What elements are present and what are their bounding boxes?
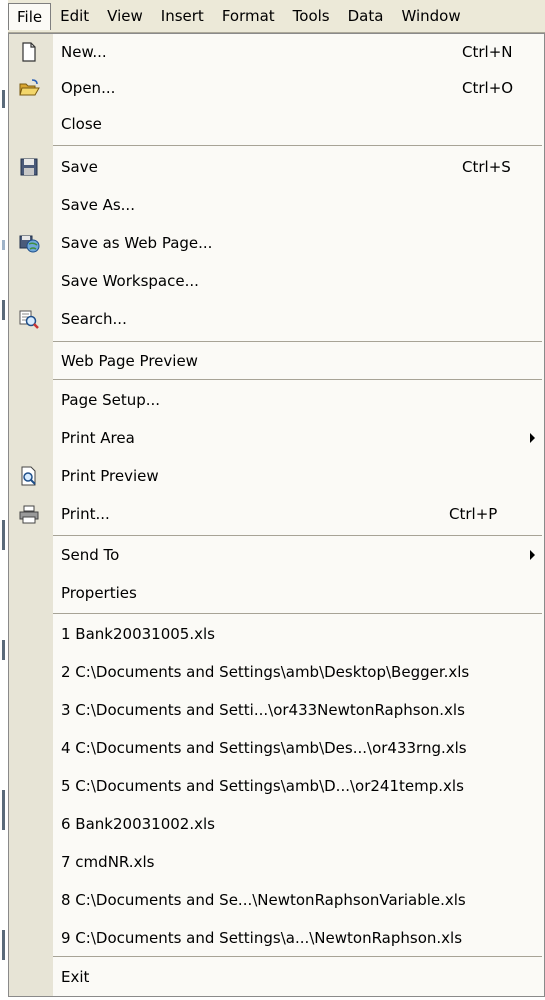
menu-item-exit[interactable]: Exit bbox=[9, 959, 544, 995]
new-document-icon bbox=[22, 42, 36, 62]
menu-item-save-as-web-page[interactable]: Save as Web Page... bbox=[9, 225, 544, 261]
menu-item-close[interactable]: Close bbox=[9, 106, 544, 142]
submenu-arrow-icon bbox=[530, 433, 535, 443]
menu-item-label: 5 C:\Documents and Settings\amb\D...\or2… bbox=[61, 777, 464, 795]
menu-data-label: Data bbox=[347, 6, 384, 25]
menu-item-search[interactable]: Search... bbox=[9, 301, 544, 337]
save-web-page-icon bbox=[19, 235, 40, 253]
menu-item-print-preview[interactable]: Print Preview bbox=[9, 458, 544, 494]
menu-separator bbox=[53, 956, 542, 957]
background-window-edge bbox=[0, 0, 7, 1000]
menu-separator bbox=[53, 145, 542, 146]
menu-item-label: Properties bbox=[61, 584, 137, 602]
edge-mark bbox=[2, 90, 5, 108]
menu-separator bbox=[53, 613, 542, 614]
menu-item-label: 1 Bank20031005.xls bbox=[61, 625, 215, 643]
menu-view[interactable]: View bbox=[98, 3, 152, 30]
menu-item-label: Close bbox=[61, 115, 102, 133]
menu-item-label: New... bbox=[61, 43, 107, 61]
search-icon bbox=[19, 310, 39, 329]
menu-insert-label: Insert bbox=[160, 6, 204, 25]
menu-window[interactable]: Window bbox=[392, 3, 469, 30]
recent-file-9[interactable]: 9 C:\Documents and Settings\a...\NewtonR… bbox=[9, 920, 544, 956]
menu-edit-label: Edit bbox=[60, 6, 90, 25]
menu-item-shortcut: Ctrl+S bbox=[462, 158, 511, 176]
menu-data[interactable]: Data bbox=[339, 3, 393, 30]
menu-item-label: Send To bbox=[61, 546, 120, 564]
menu-item-shortcut: Ctrl+O bbox=[462, 79, 514, 97]
edge-mark bbox=[2, 300, 5, 320]
menu-item-save-as[interactable]: Save As... bbox=[9, 187, 544, 223]
menu-item-label: Save bbox=[61, 158, 98, 176]
menu-bar: File Edit View Insert Format Tools Data … bbox=[8, 0, 545, 33]
menu-item-save[interactable]: Save Ctrl+S bbox=[9, 149, 544, 185]
menu-file[interactable]: File bbox=[8, 2, 52, 30]
menu-item-send-to[interactable]: Send To bbox=[9, 537, 544, 573]
menu-item-label: Print Preview bbox=[61, 467, 159, 485]
menu-item-print-area[interactable]: Print Area bbox=[9, 420, 544, 456]
menu-item-shortcut: Ctrl+N bbox=[462, 43, 513, 61]
menu-item-label: Page Setup... bbox=[61, 391, 161, 409]
file-menu-dropdown: New... Ctrl+N Open... Ctrl+O Close Save … bbox=[8, 33, 545, 997]
menu-item-new[interactable]: New... Ctrl+N bbox=[9, 34, 544, 70]
menu-item-label: Print... bbox=[61, 505, 110, 523]
recent-file-7[interactable]: 7 cmdNR.xls bbox=[9, 844, 544, 880]
menu-view-label: View bbox=[107, 6, 143, 25]
menu-item-label: Open... bbox=[61, 79, 116, 97]
recent-file-4[interactable]: 4 C:\Documents and Settings\amb\Des...\o… bbox=[9, 730, 544, 766]
menu-item-label: 2 C:\Documents and Settings\amb\Desktop\… bbox=[61, 663, 470, 681]
menu-item-label: Save as Web Page... bbox=[61, 234, 213, 252]
edge-mark bbox=[2, 930, 5, 960]
menu-item-print[interactable]: Print... Ctrl+P bbox=[9, 496, 544, 532]
edge-mark bbox=[2, 640, 5, 660]
menu-separator bbox=[53, 535, 542, 536]
menu-item-save-workspace[interactable]: Save Workspace... bbox=[9, 263, 544, 299]
open-folder-icon bbox=[19, 79, 40, 96]
menu-item-label: 8 C:\Documents and Se...\NewtonRaphsonVa… bbox=[61, 891, 466, 909]
recent-file-2[interactable]: 2 C:\Documents and Settings\amb\Desktop\… bbox=[9, 654, 544, 690]
recent-file-8[interactable]: 8 C:\Documents and Se...\NewtonRaphsonVa… bbox=[9, 882, 544, 918]
menu-separator bbox=[53, 379, 542, 380]
print-preview-icon bbox=[21, 466, 36, 486]
recent-file-6[interactable]: 6 Bank20031002.xls bbox=[9, 806, 544, 842]
menu-format[interactable]: Format bbox=[213, 3, 284, 30]
menu-separator bbox=[53, 341, 542, 342]
menu-item-web-page-preview[interactable]: Web Page Preview bbox=[9, 343, 544, 379]
menu-file-label: File bbox=[17, 7, 43, 26]
menu-item-label: Exit bbox=[61, 968, 90, 986]
save-disk-icon bbox=[20, 158, 38, 176]
menu-item-label: Save Workspace... bbox=[61, 272, 199, 290]
menu-tools-label: Tools bbox=[292, 6, 330, 25]
menu-item-label: Print Area bbox=[61, 429, 135, 447]
menu-item-label: 3 C:\Documents and Setti...\or433NewtonR… bbox=[61, 701, 465, 719]
menu-format-label: Format bbox=[221, 6, 275, 25]
menu-item-label: 9 C:\Documents and Settings\a...\NewtonR… bbox=[61, 929, 463, 947]
menu-item-properties[interactable]: Properties bbox=[9, 575, 544, 611]
recent-file-5[interactable]: 5 C:\Documents and Settings\amb\D...\or2… bbox=[9, 768, 544, 804]
printer-icon bbox=[19, 505, 39, 524]
recent-file-1[interactable]: 1 Bank20031005.xls bbox=[9, 616, 544, 652]
menu-item-open[interactable]: Open... Ctrl+O bbox=[9, 70, 544, 106]
menu-item-label: 4 C:\Documents and Settings\amb\Des...\o… bbox=[61, 739, 467, 757]
menu-edit[interactable]: Edit bbox=[51, 3, 98, 30]
edge-mark bbox=[2, 790, 5, 830]
menu-item-label: 6 Bank20031002.xls bbox=[61, 815, 215, 833]
menu-item-shortcut: Ctrl+P bbox=[449, 505, 498, 523]
menu-item-label: 7 cmdNR.xls bbox=[61, 853, 155, 871]
edge-mark bbox=[2, 520, 5, 550]
menu-window-label: Window bbox=[401, 6, 461, 25]
menu-item-label: Web Page Preview bbox=[61, 352, 198, 370]
menu-insert[interactable]: Insert bbox=[152, 3, 213, 30]
edge-mark bbox=[2, 240, 5, 250]
menu-item-label: Search... bbox=[61, 310, 127, 328]
menu-tools[interactable]: Tools bbox=[284, 3, 339, 30]
submenu-arrow-icon bbox=[530, 550, 535, 560]
menu-item-label: Save As... bbox=[61, 196, 135, 214]
menu-item-page-setup[interactable]: Page Setup... bbox=[9, 382, 544, 418]
recent-file-3[interactable]: 3 C:\Documents and Setti...\or433NewtonR… bbox=[9, 692, 544, 728]
